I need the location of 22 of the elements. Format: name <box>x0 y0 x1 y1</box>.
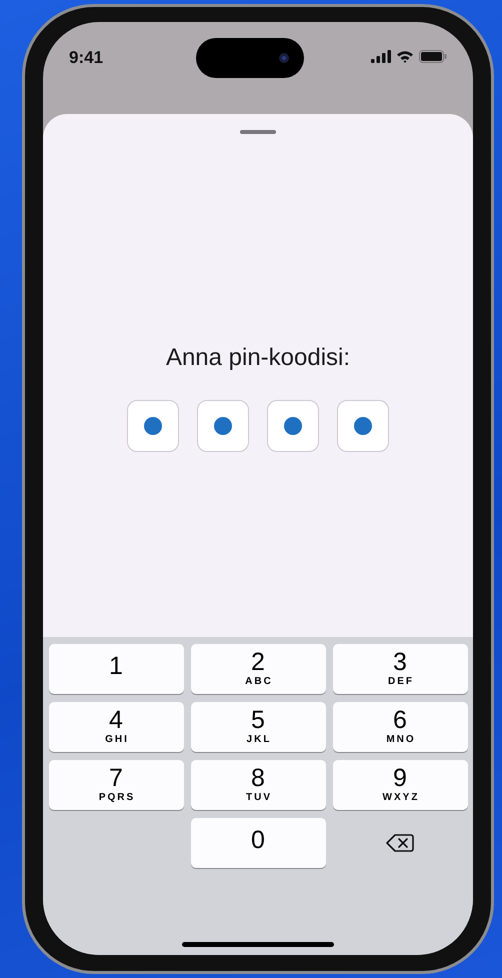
camera-icon <box>278 52 290 64</box>
keypad-key[interactable]: 7 PQRS <box>48 760 184 810</box>
pin-prompt: Anna pin-koodisi: <box>166 344 350 372</box>
keypad-key[interactable]: 4 GHI <box>48 702 184 752</box>
keypad-key[interactable]: 3 DEF <box>332 644 468 694</box>
pin-digit-field[interactable] <box>127 400 179 452</box>
wifi-icon <box>396 50 414 63</box>
drag-handle[interactable] <box>240 130 276 134</box>
keypad-key[interactable]: 2 ABC <box>190 644 326 694</box>
pin-digit-field[interactable] <box>267 400 319 452</box>
status-time: 9:41 <box>69 48 104 68</box>
battery-icon <box>419 50 447 63</box>
keypad-key[interactable]: 8 TUV <box>190 760 326 810</box>
keypad-key[interactable]: 1 <box>48 644 184 694</box>
keypad-key[interactable]: 6 MNO <box>332 702 468 752</box>
pin-digit-field[interactable] <box>197 400 249 452</box>
backspace-icon <box>386 833 414 853</box>
signal-icon <box>371 50 391 63</box>
pin-digit-field[interactable] <box>337 400 389 452</box>
keypad-key[interactable]: 5 JKL <box>190 702 326 752</box>
keypad-key[interactable]: 9 WXYZ <box>332 760 468 810</box>
keypad-key[interactable]: 0 <box>190 818 326 868</box>
